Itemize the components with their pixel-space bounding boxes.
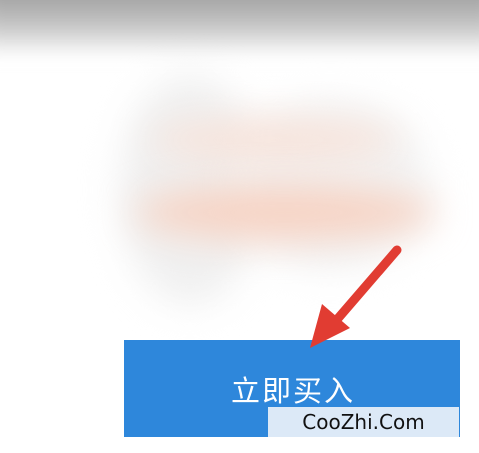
blurred-region bbox=[135, 185, 435, 240]
app-screen: 立即买入 CooZhi.Com bbox=[0, 0, 479, 453]
buy-now-label: 立即买入 bbox=[230, 374, 355, 408]
red-arrow-icon bbox=[310, 245, 402, 348]
watermark: CooZhi.Com bbox=[268, 407, 459, 437]
blurred-header bbox=[0, 0, 479, 48]
blurred-region bbox=[150, 120, 400, 160]
